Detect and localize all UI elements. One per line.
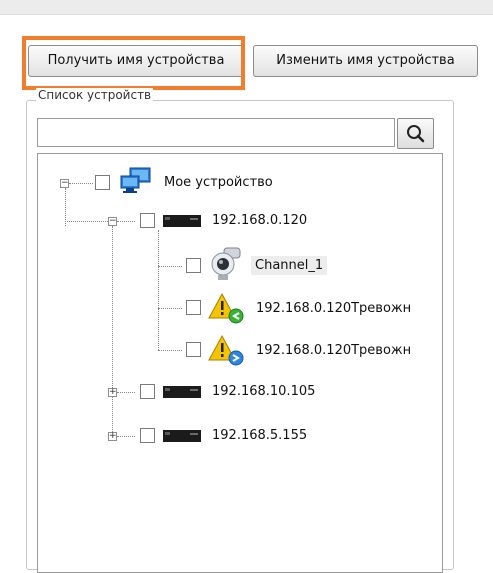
computer-icon (120, 167, 151, 193)
search-input[interactable] (37, 118, 395, 147)
highlight-frame (22, 36, 245, 90)
tree-line (158, 308, 182, 309)
top-bar (0, 0, 493, 15)
tree-line (69, 183, 93, 184)
root-checkbox[interactable] (95, 175, 110, 190)
channel-checkbox[interactable] (186, 258, 201, 273)
tree-node-label: 192.168.0.120 (212, 213, 308, 228)
expand-device-toggle[interactable]: + (108, 432, 117, 441)
expand-device-toggle[interactable]: + (108, 388, 117, 397)
tree-line (117, 436, 135, 437)
device-list-label: Список устройств (36, 88, 154, 102)
device-checkbox[interactable] (140, 213, 155, 228)
tree-line (158, 266, 182, 267)
search-button[interactable] (397, 118, 434, 149)
change-device-name-button[interactable]: Изменить имя устройства (253, 45, 478, 77)
alarm-out-icon (208, 334, 244, 366)
tree-line (158, 230, 159, 350)
tree-node-label: 192.168.0.120Тревожн (256, 343, 412, 358)
camera-icon (211, 247, 241, 280)
collapse-root-toggle[interactable]: − (60, 179, 69, 188)
tree-node-label: Channel_1 (251, 256, 328, 275)
alarm-in-checkbox[interactable] (186, 300, 201, 315)
tree-node-label: 192.168.10.105 (212, 384, 316, 399)
tree-line (158, 350, 182, 351)
tree-line (117, 221, 135, 222)
tree-line (112, 226, 113, 436)
alarm-out-checkbox[interactable] (186, 342, 201, 357)
tree-line (65, 221, 112, 222)
device-checkbox[interactable] (140, 384, 155, 399)
tree-line (117, 392, 135, 393)
tree-node-label: 192.168.5.155 (212, 428, 308, 443)
magnifier-icon (407, 125, 425, 143)
tree-node-label: 192.168.0.120Тревожн (256, 301, 412, 316)
alarm-in-icon (208, 292, 244, 324)
device-checkbox[interactable] (140, 428, 155, 443)
dvr-icon (163, 215, 201, 227)
dvr-icon (163, 430, 201, 442)
tree-node-root-label: Мое устройство (164, 175, 273, 190)
dvr-icon (163, 386, 201, 398)
collapse-device-toggle[interactable]: − (108, 217, 117, 226)
